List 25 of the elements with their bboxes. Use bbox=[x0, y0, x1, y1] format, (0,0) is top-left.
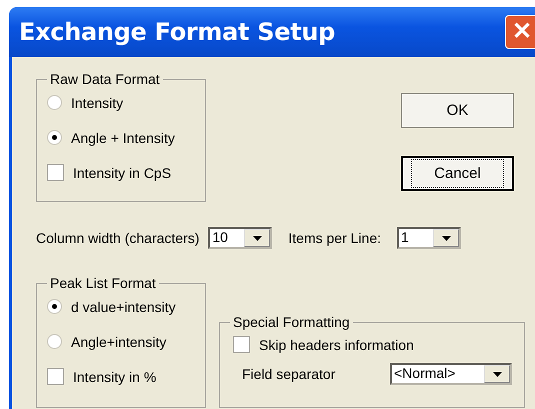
close-button[interactable]: ✕ bbox=[505, 15, 535, 49]
radio-button[interactable] bbox=[47, 334, 62, 349]
column-width-dropdown[interactable]: 10 bbox=[208, 227, 272, 249]
option-label: Angle + Intensity bbox=[71, 130, 175, 146]
window-title: Exchange Format Setup bbox=[19, 18, 336, 46]
checkbox[interactable] bbox=[47, 164, 64, 181]
field-separator-dropdown[interactable]: <Normal> bbox=[390, 363, 512, 385]
option-label: Intensity in CpS bbox=[73, 164, 172, 180]
checkbox[interactable] bbox=[233, 336, 250, 353]
field-label: Column width (characters) bbox=[36, 230, 200, 246]
option-label: d value+intensity bbox=[71, 298, 176, 314]
option-label: Intensity in % bbox=[73, 368, 156, 384]
radio-button[interactable] bbox=[47, 95, 62, 110]
ok-button[interactable]: OK bbox=[401, 93, 514, 128]
option-label: Skip headers information bbox=[259, 336, 414, 352]
cancel-button[interactable]: Cancel bbox=[401, 156, 514, 191]
group-title: Special Formatting bbox=[230, 314, 353, 331]
field-label: Field separator bbox=[242, 366, 336, 382]
radio-button[interactable] bbox=[47, 130, 62, 145]
radio-button[interactable] bbox=[47, 299, 62, 314]
items-per-line-dropdown[interactable]: 1 bbox=[397, 227, 461, 249]
option-label: Intensity bbox=[71, 94, 124, 110]
field-label: Items per Line: bbox=[288, 230, 381, 246]
option-label: Angle+intensity bbox=[71, 334, 166, 350]
checkbox[interactable] bbox=[47, 368, 64, 385]
